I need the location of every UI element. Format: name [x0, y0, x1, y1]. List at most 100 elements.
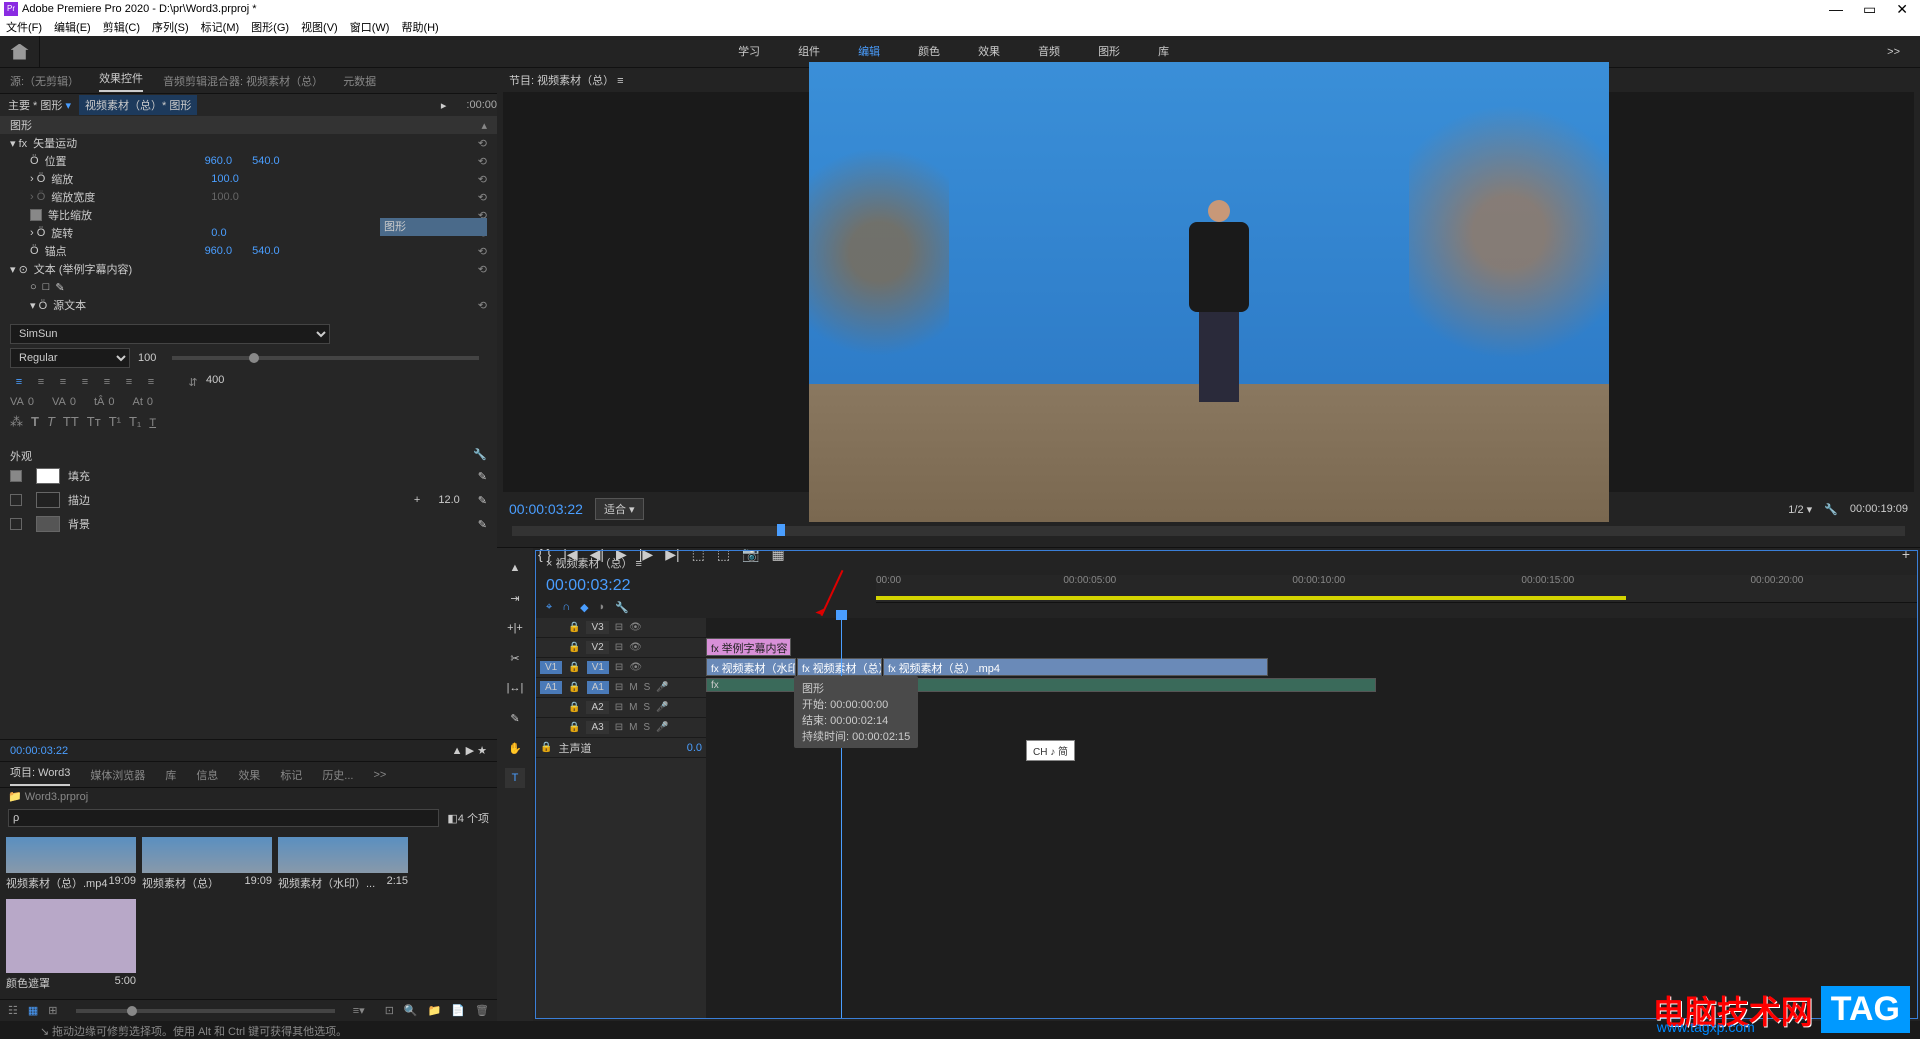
ec-collapse-icon[interactable]: ▴: [481, 119, 487, 132]
video-track-header[interactable]: 🔒V3⊟👁: [536, 618, 706, 638]
sync-lock-icon[interactable]: ⊟: [615, 722, 623, 733]
icon-view-icon[interactable]: ▦: [28, 1004, 38, 1017]
timeline-ruler[interactable]: 00:0000:00:05:0000:00:10:0000:00:15:0000…: [876, 575, 1917, 603]
baseline-value[interactable]: 0: [147, 396, 153, 408]
smallcaps-icon[interactable]: Tᴛ: [87, 414, 101, 430]
project-item[interactable]: 视频素材（水印）...2:15: [278, 837, 408, 893]
kerning-value[interactable]: 0: [28, 396, 34, 408]
type-tool-icon[interactable]: T: [505, 768, 525, 788]
eyedropper-icon[interactable]: ✎: [478, 470, 487, 483]
program-timecode[interactable]: 00:00:03:22: [509, 501, 583, 517]
workspace-tab[interactable]: 学习: [734, 37, 764, 67]
source-panel-tab[interactable]: 元数据: [343, 73, 376, 89]
settings-icon[interactable]: 🔧: [1824, 503, 1838, 516]
source-patch[interactable]: V1: [540, 661, 562, 674]
text-section-label[interactable]: 文本 (举例字幕内容): [34, 261, 194, 277]
sync-lock-icon[interactable]: ⊟: [615, 662, 623, 673]
eyedropper-icon[interactable]: ✎: [478, 494, 487, 507]
new-item-icon[interactable]: 📄: [451, 1004, 465, 1017]
slip-tool-icon[interactable]: |↔|: [505, 678, 525, 698]
project-panel-tab[interactable]: 库: [165, 767, 176, 783]
automate-icon[interactable]: ⊡: [385, 1004, 394, 1017]
align-center-icon[interactable]: ≡: [32, 374, 50, 390]
video-clip[interactable]: fx 视频素材（总）: [797, 658, 882, 676]
leading-value[interactable]: 0: [108, 396, 114, 408]
reset-icon[interactable]: ⟲: [478, 137, 487, 150]
video-clip[interactable]: fx 视频素材（总）.mp4: [883, 658, 1268, 676]
align-right-icon[interactable]: ≡: [54, 374, 72, 390]
mask-pen-icon[interactable]: ✎: [55, 281, 64, 294]
rotation-value[interactable]: 0.0: [211, 227, 226, 239]
font-family-select[interactable]: SimSun: [10, 324, 330, 344]
superscript-icon[interactable]: T¹: [109, 414, 121, 430]
menu-item[interactable]: 文件(F): [6, 19, 42, 35]
ec-master-clip[interactable]: 主要 * 图形 ▾: [0, 97, 79, 113]
list-view-icon[interactable]: ☷: [8, 1004, 18, 1017]
home-button[interactable]: [0, 36, 40, 67]
sync-lock-icon[interactable]: ⊟: [615, 622, 623, 633]
project-panel-tab[interactable]: 效果: [238, 767, 260, 783]
workspace-overflow[interactable]: >>: [1867, 46, 1920, 58]
track-target[interactable]: V1: [587, 661, 609, 674]
fill-color-swatch[interactable]: [36, 468, 60, 484]
hand-tool-icon[interactable]: ✋: [505, 738, 525, 758]
freeform-view-icon[interactable]: ⊞: [48, 1004, 57, 1017]
sync-lock-icon[interactable]: ⊟: [615, 642, 623, 653]
source-panel-tab[interactable]: 音频剪辑混合器: 视频素材（总）: [163, 73, 323, 89]
menu-item[interactable]: 帮助(H): [401, 19, 438, 35]
track-select-tool-icon[interactable]: ⇥: [505, 588, 525, 608]
project-panel-tab[interactable]: 信息: [196, 767, 218, 783]
audio-track-header[interactable]: 🔒A3⊟MS🎤: [536, 718, 706, 738]
ec-timecode[interactable]: 00:00:03:22: [10, 745, 68, 757]
program-scrubber[interactable]: [512, 526, 1905, 536]
minimize-button[interactable]: —: [1829, 1, 1843, 18]
underline-icon[interactable]: T: [149, 414, 156, 430]
reset-icon[interactable]: ⟲: [478, 173, 487, 186]
eyedropper-icon[interactable]: ✎: [478, 518, 487, 531]
project-item[interactable]: 颜色遮罩5:00: [6, 899, 136, 993]
mask-ellipse-icon[interactable]: ○: [30, 281, 37, 293]
stopwatch-icon[interactable]: Ö: [30, 155, 39, 167]
reset-icon[interactable]: ⟲: [478, 263, 487, 276]
lock-icon[interactable]: 🔒: [568, 682, 580, 693]
menu-item[interactable]: 图形(G): [251, 19, 289, 35]
linked-selection-icon[interactable]: ∩: [562, 601, 570, 614]
font-style-select[interactable]: Regular: [10, 348, 130, 368]
tracking-icon[interactable]: ⇵: [184, 374, 202, 390]
selection-tool-icon[interactable]: ▲: [505, 558, 525, 578]
audio-track-header[interactable]: A1🔒A1⊟MS🎤: [536, 678, 706, 698]
reset-icon[interactable]: ⟲: [478, 191, 487, 204]
graphic-clip[interactable]: fx 举例字幕内容: [706, 638, 791, 656]
reset-icon[interactable]: ⟲: [478, 245, 487, 258]
project-search-input[interactable]: [8, 809, 439, 827]
eye-icon[interactable]: 👁: [629, 662, 642, 673]
stroke-width[interactable]: 12.0: [438, 494, 459, 506]
menu-item[interactable]: 剪辑(C): [103, 19, 140, 35]
lock-icon[interactable]: 🔒: [568, 622, 580, 633]
fill-checkbox[interactable]: [10, 470, 22, 482]
project-item[interactable]: 视频素材（总）.mp419:09: [6, 837, 136, 893]
stroke-color-swatch[interactable]: [36, 492, 60, 508]
sort-icon[interactable]: ≡▾: [353, 1004, 365, 1017]
video-track-header[interactable]: V1 🔒 V1 ⊟ 👁: [536, 658, 706, 678]
program-resolution[interactable]: 1/2 ▾: [1788, 503, 1812, 516]
lock-icon[interactable]: 🔒: [568, 642, 580, 653]
lock-icon[interactable]: 🔒: [568, 722, 580, 733]
font-size-slider[interactable]: [172, 356, 479, 360]
project-breadcrumb[interactable]: Word3.prproj: [25, 791, 88, 803]
ec-sequence-clip[interactable]: 视频素材（总）* 图形: [79, 95, 197, 115]
ripple-edit-tool-icon[interactable]: +|+: [505, 618, 525, 638]
master-track-header[interactable]: 🔒主声道0.0: [536, 738, 706, 758]
mic-icon[interactable]: 🎤: [656, 682, 668, 693]
menu-item[interactable]: 窗口(W): [350, 19, 390, 35]
program-fit-select[interactable]: 适合 ▾: [595, 498, 644, 520]
stroke-checkbox[interactable]: [10, 494, 22, 506]
timeline-sequence-name[interactable]: × 视频素材（总） ≡: [536, 551, 1917, 575]
track-target[interactable]: A2: [586, 701, 608, 714]
align-justify-last-left-icon[interactable]: ≡: [98, 374, 116, 390]
subscript-icon[interactable]: T₁: [129, 414, 141, 430]
align-justify-icon[interactable]: ≡: [76, 374, 94, 390]
ec-fx-toggle[interactable]: ▾ fx: [10, 137, 27, 150]
lock-icon[interactable]: 🔒: [568, 662, 580, 673]
reset-icon[interactable]: ⟲: [478, 299, 487, 312]
